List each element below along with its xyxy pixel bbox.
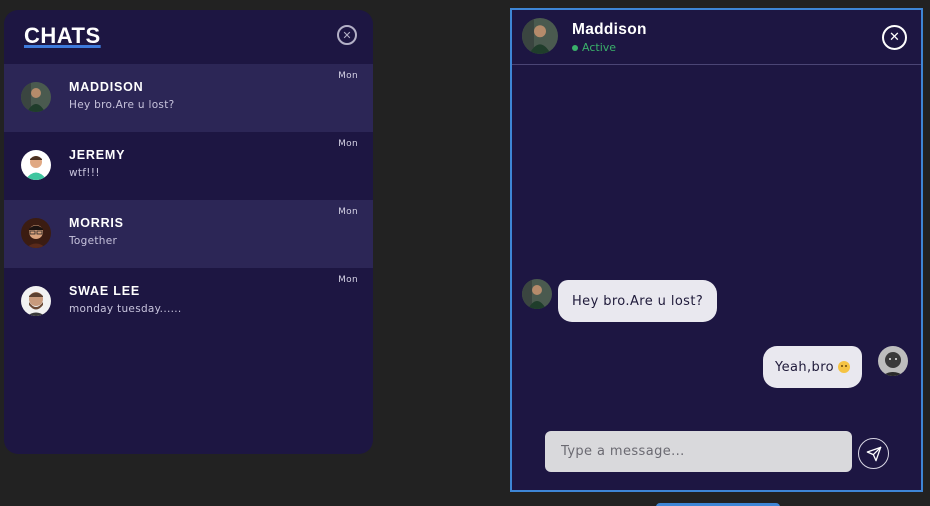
avatar bbox=[21, 150, 51, 180]
chat-preview: Hey bro.Are u lost? bbox=[69, 99, 175, 111]
avatar bbox=[21, 286, 51, 316]
chat-name: MORRIS bbox=[69, 216, 124, 230]
sender-avatar bbox=[522, 279, 552, 309]
message-text: Yeah,bro bbox=[775, 359, 835, 375]
chat-item-jeremy[interactable]: JEREMY wtf!!! Mon bbox=[4, 132, 373, 200]
send-button[interactable] bbox=[858, 438, 889, 469]
conversation-header: Maddison Active ✕ bbox=[512, 10, 921, 65]
chat-item-morris[interactable]: MORRIS Together Mon bbox=[4, 200, 373, 268]
chat-preview: Together bbox=[69, 235, 118, 247]
status-text: Active bbox=[582, 41, 617, 54]
chat-time: Mon bbox=[338, 139, 358, 149]
chat-item-maddison[interactable]: MADDISON Hey bro.Are u lost? Mon bbox=[4, 64, 373, 132]
outgoing-message: Yeah,bro bbox=[763, 346, 863, 388]
contact-status: Active bbox=[572, 41, 616, 54]
contact-name: Maddison bbox=[572, 21, 647, 38]
incoming-message: Hey bro.Are u lost? bbox=[558, 280, 718, 322]
chat-preview: monday tuesday...... bbox=[69, 303, 182, 315]
close-icon[interactable]: ✕ bbox=[337, 25, 357, 45]
chats-panel: CHATS ✕ MADDISON Hey bro.Are u lost? Mon bbox=[4, 10, 373, 454]
avatar bbox=[21, 218, 51, 248]
chat-time: Mon bbox=[338, 207, 358, 217]
online-dot-icon bbox=[572, 44, 578, 51]
chat-time: Mon bbox=[338, 275, 358, 285]
user-avatar bbox=[878, 346, 908, 376]
message-input[interactable] bbox=[545, 431, 852, 472]
chat-preview: wtf!!! bbox=[69, 167, 100, 179]
chat-list: MADDISON Hey bro.Are u lost? Mon JEREMY … bbox=[4, 64, 373, 336]
close-icon[interactable]: ✕ bbox=[882, 25, 907, 50]
avatar bbox=[21, 82, 51, 112]
chats-header: CHATS ✕ bbox=[4, 10, 373, 64]
chats-title: CHATS bbox=[24, 23, 101, 48]
slightly-smiling-emoji-icon bbox=[838, 361, 851, 373]
contact-avatar bbox=[522, 18, 558, 54]
chat-time: Mon bbox=[338, 71, 358, 81]
send-paper-plane-icon bbox=[866, 446, 881, 461]
chat-name: JEREMY bbox=[69, 148, 126, 162]
chat-item-swae-lee[interactable]: SWAE LEE monday tuesday...... Mon bbox=[4, 268, 373, 336]
chat-name: SWAE LEE bbox=[69, 284, 140, 298]
conversation-window: Maddison Active ✕ Hey bro.Are u lost? Ye… bbox=[510, 8, 923, 492]
chat-name: MADDISON bbox=[69, 80, 144, 94]
message-text: Hey bro.Are u lost? bbox=[572, 293, 704, 309]
